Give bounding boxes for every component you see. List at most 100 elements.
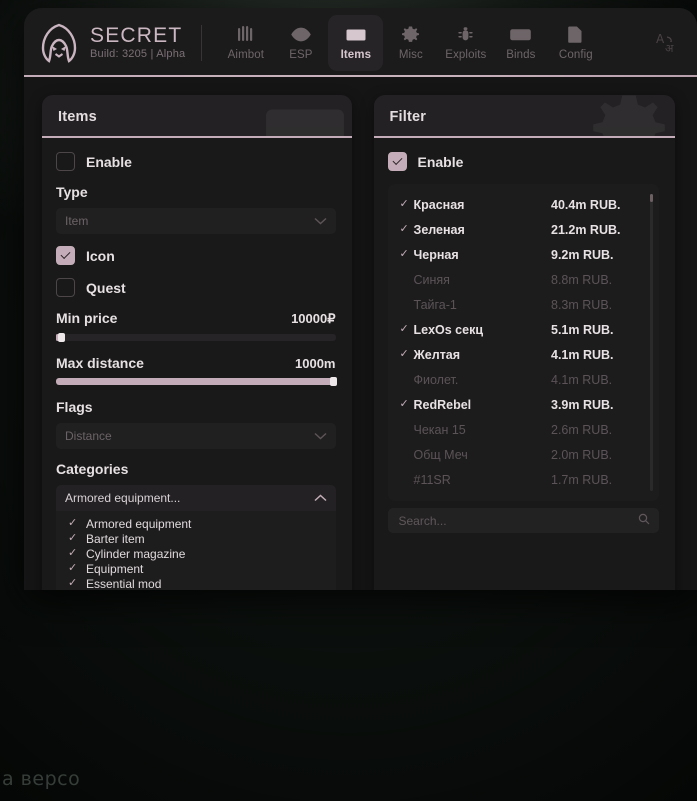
chevron-up-icon: [314, 489, 327, 507]
filter-row[interactable]: Тайга-18.3m RUB.: [388, 292, 660, 317]
filter-row-name: Желтая: [414, 348, 552, 362]
tab-aimbot[interactable]: Aimbot: [218, 15, 273, 71]
type-label: Type: [56, 184, 336, 200]
check-icon: ✓: [400, 399, 414, 410]
eye-icon: [291, 25, 311, 44]
categories-select-value: Armored equipment...: [65, 491, 314, 505]
category-option[interactable]: ✓Equipment: [56, 561, 336, 576]
max-distance-label: Max distance: [56, 355, 144, 371]
search-input[interactable]: [399, 514, 639, 528]
max-distance-slider[interactable]: [56, 378, 336, 385]
filter-row-value: 4.1m RUB.: [551, 373, 643, 387]
chevron-down-icon: [314, 427, 327, 445]
tab-misc[interactable]: Misc: [383, 15, 438, 71]
filter-row-value: 4.1m RUB.: [551, 348, 643, 362]
filter-row[interactable]: ✓Зеленая21.2m RUB.: [388, 217, 660, 242]
filter-row[interactable]: ✓RedRebel3.9m RUB.: [388, 392, 660, 417]
filter-row-value: 3.9m RUB.: [551, 398, 643, 412]
filter-row-value: 2.0m RUB.: [551, 448, 643, 462]
type-select-value: Item: [65, 214, 314, 228]
chevron-down-icon: [314, 212, 327, 230]
filter-row[interactable]: ✓LexOs секц5.1m RUB.: [388, 317, 660, 342]
tab-exploits-label: Exploits: [445, 49, 486, 61]
quest-toggle-label: Quest: [86, 280, 126, 296]
min-price-header: Min price 10000₽: [56, 310, 336, 327]
min-price-value: 10000₽: [291, 311, 335, 327]
tab-config-label: Config: [559, 49, 593, 61]
filter-row[interactable]: ✓Желтая4.1m RUB.: [388, 342, 660, 367]
inbox-box-icon: [264, 95, 346, 138]
category-option-label: Essential mod: [86, 577, 161, 591]
tab-esp[interactable]: ESP: [273, 15, 328, 71]
bug-icon: [456, 25, 475, 44]
slider-thumb[interactable]: [58, 333, 65, 342]
filter-row[interactable]: Синяя8.8m RUB.: [388, 267, 660, 292]
panels-container: Items Enable Type Item: [24, 77, 697, 590]
category-option[interactable]: ✓Essential mod: [56, 576, 336, 590]
quest-toggle-checkbox[interactable]: Quest: [56, 278, 336, 297]
max-distance-header: Max distance 1000m: [56, 355, 336, 371]
search-icon[interactable]: [638, 512, 650, 530]
check-icon: ✓: [400, 224, 414, 235]
tab-aimbot-label: Aimbot: [228, 49, 264, 61]
brand-block: SECRET Build: 3205 | Alpha: [38, 22, 185, 64]
tab-config[interactable]: Config: [548, 15, 603, 71]
language-translate-icon[interactable]: A अ: [653, 29, 683, 57]
tab-esp-label: ESP: [289, 49, 312, 61]
filter-row[interactable]: Фиолет.4.1m RUB.: [388, 367, 660, 392]
items-panel-header: Items: [42, 95, 352, 138]
category-option-label: Barter item: [86, 532, 145, 546]
checkbox-box: [56, 278, 75, 297]
filter-row-value: 21.2m RUB.: [551, 223, 643, 237]
categories-label: Categories: [56, 461, 336, 477]
tab-misc-label: Misc: [399, 49, 423, 61]
slider-thumb[interactable]: [330, 377, 337, 386]
checkbox-box: [56, 246, 75, 265]
svg-text:A: A: [656, 32, 665, 46]
category-option[interactable]: ✓Armored equipment: [56, 516, 336, 531]
filter-row-name: Зеленая: [414, 223, 552, 237]
check-icon: ✓: [68, 548, 77, 559]
scrollbar-thumb[interactable]: [650, 194, 653, 202]
categories-select[interactable]: Armored equipment...: [56, 485, 336, 511]
tab-exploits[interactable]: Exploits: [438, 15, 493, 71]
filter-row-value: 2.6m RUB.: [551, 423, 643, 437]
filter-row[interactable]: Чекан 152.6m RUB.: [388, 417, 660, 442]
filter-panel: Filter Enable ✓Красная40.4m RUB.✓Зеленая…: [374, 95, 676, 590]
category-option-label: Equipment: [86, 562, 143, 576]
items-panel-title: Items: [58, 109, 97, 125]
filter-search-box[interactable]: [388, 508, 660, 533]
filter-row-name: Синяя: [414, 273, 552, 287]
filter-row[interactable]: #11SR1.7m RUB.: [388, 467, 660, 492]
filter-row[interactable]: ✓Черная9.2m RUB.: [388, 242, 660, 267]
tab-bar: Aimbot ESP Items: [218, 15, 603, 71]
flags-select-value: Distance: [65, 429, 314, 443]
top-navigation-bar: SECRET Build: 3205 | Alpha Aimbot: [24, 8, 697, 77]
check-icon: ✓: [400, 324, 414, 335]
filter-row[interactable]: ✓Красная40.4m RUB.: [388, 192, 660, 217]
icon-toggle-checkbox[interactable]: Icon: [56, 246, 336, 265]
gear-icon: [589, 95, 669, 138]
type-select[interactable]: Item: [56, 208, 336, 234]
min-price-label: Min price: [56, 310, 117, 326]
category-option[interactable]: ✓Cylinder magazine: [56, 546, 336, 561]
filter-row-name: RedRebel: [414, 398, 552, 412]
filter-row-value: 8.8m RUB.: [551, 273, 643, 287]
filter-enable-checkbox[interactable]: Enable: [388, 152, 660, 171]
svg-text:अ: अ: [665, 42, 674, 55]
tab-items[interactable]: Items: [328, 15, 383, 71]
filter-list-scrollbar[interactable]: [650, 194, 653, 491]
filter-row-name: Красная: [414, 198, 552, 212]
check-icon: ✓: [68, 533, 77, 544]
category-option[interactable]: ✓ Barter item: [56, 531, 336, 546]
tab-binds[interactable]: Binds: [493, 15, 548, 71]
filter-row-value: 8.3m RUB.: [551, 298, 643, 312]
items-enable-checkbox[interactable]: Enable: [56, 152, 336, 171]
filter-row[interactable]: Общ Меч2.0m RUB.: [388, 442, 660, 467]
brand-title: SECRET: [90, 25, 185, 47]
filter-item-list: ✓Красная40.4m RUB.✓Зеленая21.2m RUB.✓Чер…: [388, 184, 660, 501]
min-price-slider[interactable]: [56, 334, 336, 341]
filter-row-name: Фиолет.: [414, 373, 552, 387]
items-panel-body: Enable Type Item Icon Quest: [42, 138, 352, 590]
flags-select[interactable]: Distance: [56, 423, 336, 449]
